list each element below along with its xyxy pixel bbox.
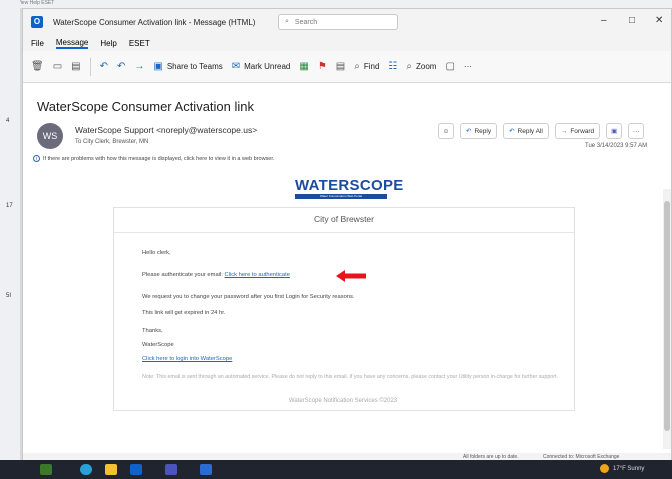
zoom-icon: ⌕ xyxy=(406,61,412,72)
window-title: WaterScope Consumer Activation link - Me… xyxy=(53,17,256,27)
background-window-menu: File View Help ESET xyxy=(0,0,672,8)
footer-text: WaterScope Notification Services ©2023 xyxy=(288,398,398,404)
info-bar[interactable]: i If there are problems with how this me… xyxy=(33,155,274,162)
reply-all-icon: ↶ xyxy=(509,128,515,135)
logo-text: WATERSCOPE xyxy=(295,177,404,194)
more-options-button[interactable]: ··· xyxy=(464,62,472,71)
reply-icon[interactable]: ↶ xyxy=(100,61,108,72)
sender-name[interactable]: WaterScope Support <noreply@waterscope.u… xyxy=(75,125,257,135)
more-actions-button[interactable]: ··· xyxy=(628,123,645,139)
message-actions: ☺ ↶ Reply ↶ Reply All → Forward ▣ ··· xyxy=(438,123,645,139)
background-window-edge: 4 17 5I xyxy=(0,0,20,460)
vertical-scrollbar[interactable] xyxy=(663,189,671,449)
menu-file[interactable]: File xyxy=(31,39,44,48)
rules-icon[interactable]: ▤ xyxy=(336,61,345,72)
scrollbar-thumb[interactable] xyxy=(664,201,670,431)
word-icon[interactable] xyxy=(200,464,212,475)
archive-icon[interactable]: ▭ xyxy=(53,61,62,72)
received-date: Tue 3/14/2023 9:57 AM xyxy=(585,143,648,149)
outlook-taskbar-icon[interactable] xyxy=(130,464,142,475)
maximize-button[interactable]: □ xyxy=(629,15,635,26)
automated-note: Note: This email is sent through an auto… xyxy=(142,374,558,380)
sun-icon xyxy=(600,464,609,473)
sender-avatar[interactable]: WS xyxy=(37,123,63,149)
email-body-card: City of Brewster Hello clerk, Please aut… xyxy=(113,207,575,411)
categorize-icon[interactable]: ▦ xyxy=(299,61,308,72)
menu-bar: File Message Help ESET xyxy=(23,35,671,51)
edge-icon[interactable] xyxy=(80,464,92,475)
minimize-button[interactable]: – xyxy=(601,15,607,26)
red-arrow-annotation xyxy=(336,270,366,282)
thanks: Thanks, xyxy=(142,328,163,334)
find-button[interactable]: ⌕ Find xyxy=(354,61,379,72)
start-app-icon[interactable] xyxy=(40,464,52,475)
ribbon: 🗑 ▭ ▤ ↶ ↶ → ▣ Share to Teams ✉ Mark Unre… xyxy=(23,51,671,83)
signature: WaterScope xyxy=(142,342,174,348)
divider xyxy=(114,232,574,233)
share-to-teams-button[interactable]: ▣ Share to Teams xyxy=(153,61,222,72)
zoom-button[interactable]: ⌕ Zoom xyxy=(406,61,436,72)
insights-icon[interactable]: ▢ xyxy=(445,61,454,72)
password-notice: We request you to change your password a… xyxy=(142,294,355,300)
reply-all-icon[interactable]: ↶ xyxy=(117,61,125,72)
translate-icon[interactable]: ☷ xyxy=(388,61,397,72)
authenticate-link[interactable]: Click here to authenticate xyxy=(225,272,290,278)
search-placeholder: Search xyxy=(294,18,318,26)
reply-button[interactable]: ↶ Reply xyxy=(460,123,498,139)
weather-widget[interactable]: 17°F Sunny xyxy=(600,464,644,473)
delete-icon[interactable]: 🗑 xyxy=(31,61,44,72)
reply-all-button[interactable]: ↶ Reply All xyxy=(503,123,549,139)
greeting: Hello clerk, xyxy=(142,250,171,256)
authenticate-line: Please authenticate your email: Click he… xyxy=(142,272,290,278)
forward-icon: → xyxy=(560,127,568,135)
logo-tagline: Water Consumption Web Portal xyxy=(295,194,387,199)
teams-taskbar-icon[interactable] xyxy=(165,464,177,475)
city-heading: City of Brewster xyxy=(314,214,374,224)
message-window: O WaterScope Consumer Activation link - … xyxy=(22,8,672,461)
file-explorer-icon[interactable] xyxy=(105,464,117,475)
move-icon[interactable]: ▤ xyxy=(71,61,80,72)
envelope-icon: ✉ xyxy=(231,61,241,72)
login-link[interactable]: Click here to login into WaterScope xyxy=(142,356,232,362)
menu-eset[interactable]: ESET xyxy=(129,39,150,48)
teams-icon: ▣ xyxy=(153,61,163,72)
find-icon: ⌕ xyxy=(354,61,360,72)
mark-unread-button[interactable]: ✉ Mark Unread xyxy=(232,61,291,72)
info-icon: i xyxy=(33,155,40,162)
ribbon-separator xyxy=(89,57,91,76)
forward-icon[interactable]: → xyxy=(134,61,144,72)
expiry-notice: This link will get expired in 24 hr. xyxy=(142,310,226,316)
flag-icon[interactable]: ⚑ xyxy=(318,61,327,72)
search-box[interactable]: ⌕ Search xyxy=(278,14,398,30)
taskbar: 17°F Sunny xyxy=(0,460,672,479)
teams-share-icon[interactable]: ▣ xyxy=(606,123,623,139)
reply-icon: ↶ xyxy=(466,128,472,135)
reading-pane: WaterScope Consumer Activation link WS W… xyxy=(25,85,661,453)
search-icon: ⌕ xyxy=(285,18,289,25)
title-bar: O WaterScope Consumer Activation link - … xyxy=(23,9,671,35)
forward-button[interactable]: → Forward xyxy=(554,123,601,139)
menu-message[interactable]: Message xyxy=(55,38,89,49)
email-subject: WaterScope Consumer Activation link xyxy=(37,99,255,114)
menu-help[interactable]: Help xyxy=(100,39,116,48)
outlook-icon: O xyxy=(31,16,43,28)
close-button[interactable]: ✕ xyxy=(655,15,663,26)
recipient-line: To City Clerk, Brewster, MN xyxy=(75,139,149,145)
emoji-icon[interactable]: ☺ xyxy=(438,123,454,139)
waterscope-logo: WATERSCOPE Water Consumption Web Portal xyxy=(295,177,404,207)
